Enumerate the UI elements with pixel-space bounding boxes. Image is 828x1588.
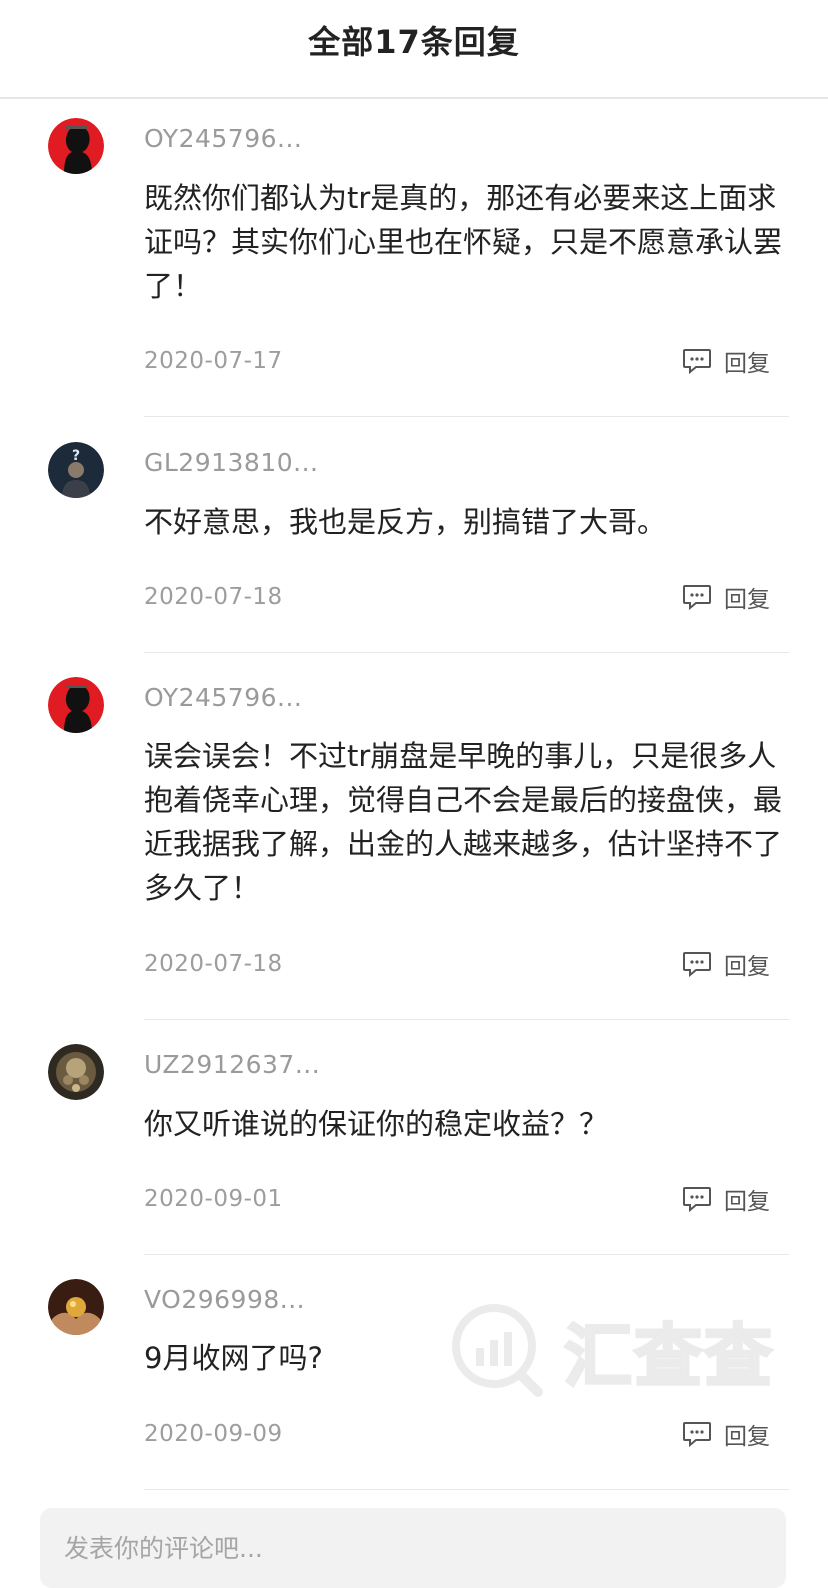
reply-label: 回复 [724, 587, 770, 613]
page-header: 全部17条回复 [0, 0, 828, 99]
divider [144, 416, 789, 417]
avatar[interactable] [48, 677, 104, 733]
reply-button[interactable]: 回复 [682, 1419, 770, 1450]
comment-date: 2020-09-01 [144, 1186, 283, 1212]
watermark: 汇查查 [450, 1300, 790, 1400]
comment-bubble-icon [683, 952, 711, 977]
divider [144, 1019, 789, 1020]
divider [144, 1254, 789, 1255]
reply-label: 回复 [724, 1424, 770, 1450]
comment-text: 既然你们都认为tr是真的，那还有必要来这上面求证吗？其实你们心里也在怀疑，只是不… [144, 181, 783, 303]
reply-label: 回复 [724, 1189, 770, 1215]
avatar[interactable] [48, 118, 104, 174]
reply-button[interactable]: 回复 [682, 949, 770, 980]
avatar[interactable] [48, 1279, 104, 1335]
comment-date: 2020-09-09 [144, 1421, 283, 1447]
chart-magnifier-icon [452, 1304, 543, 1397]
comment-text: 你又听谁说的保证你的稳定收益？？ [144, 1107, 609, 1141]
reply-button[interactable]: 回复 [682, 346, 770, 377]
svg-text:?: ? [72, 448, 80, 464]
reply-button[interactable]: 回复 [682, 582, 770, 613]
comment-bubble-icon [683, 349, 711, 374]
page-title: 全部17条回复 [308, 22, 520, 61]
comment-username[interactable]: GL2913810... [144, 448, 318, 477]
reply-button[interactable]: 回复 [682, 1184, 770, 1215]
reply-label: 回复 [724, 954, 770, 980]
comment-bubble-icon [683, 1187, 711, 1212]
comment-bubble-icon [683, 585, 711, 610]
avatar[interactable] [48, 1044, 104, 1100]
comment-username[interactable]: OY245796... [144, 683, 302, 712]
comment-date: 2020-07-18 [144, 584, 283, 610]
comment-text: 不好意思，我也是反方，别搞错了大哥。 [144, 505, 667, 539]
comment-bubble-icon [683, 1422, 711, 1447]
divider [144, 1489, 789, 1490]
comment-date: 2020-07-17 [144, 348, 283, 374]
comment-input[interactable] [40, 1508, 786, 1588]
divider [144, 652, 789, 653]
comment-date: 2020-07-18 [144, 951, 283, 977]
comment-text: 误会误会！不过tr崩盘是早晚的事儿，只是很多人抱着侥幸心理，觉得自己不会是最后的… [144, 739, 783, 905]
reply-label: 回复 [724, 351, 770, 377]
comment-username[interactable]: OY245796... [144, 124, 302, 153]
comment-username[interactable]: VO296998... [144, 1285, 305, 1314]
avatar[interactable]: ? [48, 442, 104, 498]
watermark-text: 汇查查 [562, 1316, 775, 1398]
comment-username[interactable]: UZ2912637... [144, 1050, 320, 1079]
